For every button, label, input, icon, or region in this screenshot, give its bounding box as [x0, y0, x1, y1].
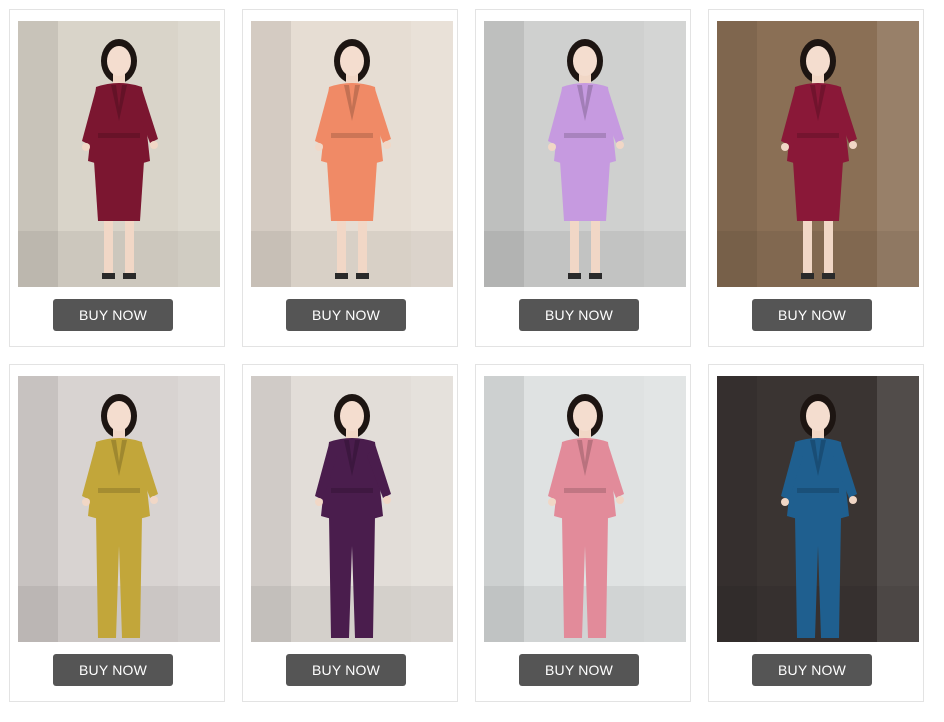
- product-card: BUY NOW: [242, 9, 458, 347]
- product-photo[interactable]: [484, 21, 686, 287]
- product-photo[interactable]: [251, 21, 453, 287]
- product-card: BUY NOW: [475, 364, 691, 702]
- model-figure-illustration: [18, 21, 220, 287]
- product-photo[interactable]: [717, 21, 919, 287]
- buy-now-button[interactable]: BUY NOW: [752, 654, 872, 686]
- model-figure-illustration: [484, 21, 686, 287]
- model-figure-illustration: [484, 376, 686, 642]
- model-figure-illustration: [251, 21, 453, 287]
- model-figure-illustration: [717, 376, 919, 642]
- buy-now-button[interactable]: BUY NOW: [53, 654, 173, 686]
- buy-now-button[interactable]: BUY NOW: [519, 654, 639, 686]
- model-figure-illustration: [18, 376, 220, 642]
- model-figure-illustration: [717, 21, 919, 287]
- product-photo[interactable]: [717, 376, 919, 642]
- buy-now-button[interactable]: BUY NOW: [286, 654, 406, 686]
- buy-now-button[interactable]: BUY NOW: [286, 299, 406, 331]
- product-photo[interactable]: [18, 376, 220, 642]
- product-card: BUY NOW: [475, 9, 691, 347]
- product-photo[interactable]: [251, 376, 453, 642]
- product-card: BUY NOW: [9, 364, 225, 702]
- buy-now-button[interactable]: BUY NOW: [752, 299, 872, 331]
- product-card: BUY NOW: [242, 364, 458, 702]
- product-photo[interactable]: [484, 376, 686, 642]
- product-card: BUY NOW: [9, 9, 225, 347]
- product-card: BUY NOW: [708, 364, 924, 702]
- buy-now-button[interactable]: BUY NOW: [53, 299, 173, 331]
- product-photo[interactable]: [18, 21, 220, 287]
- buy-now-button[interactable]: BUY NOW: [519, 299, 639, 331]
- product-card: BUY NOW: [708, 9, 924, 347]
- model-figure-illustration: [251, 376, 453, 642]
